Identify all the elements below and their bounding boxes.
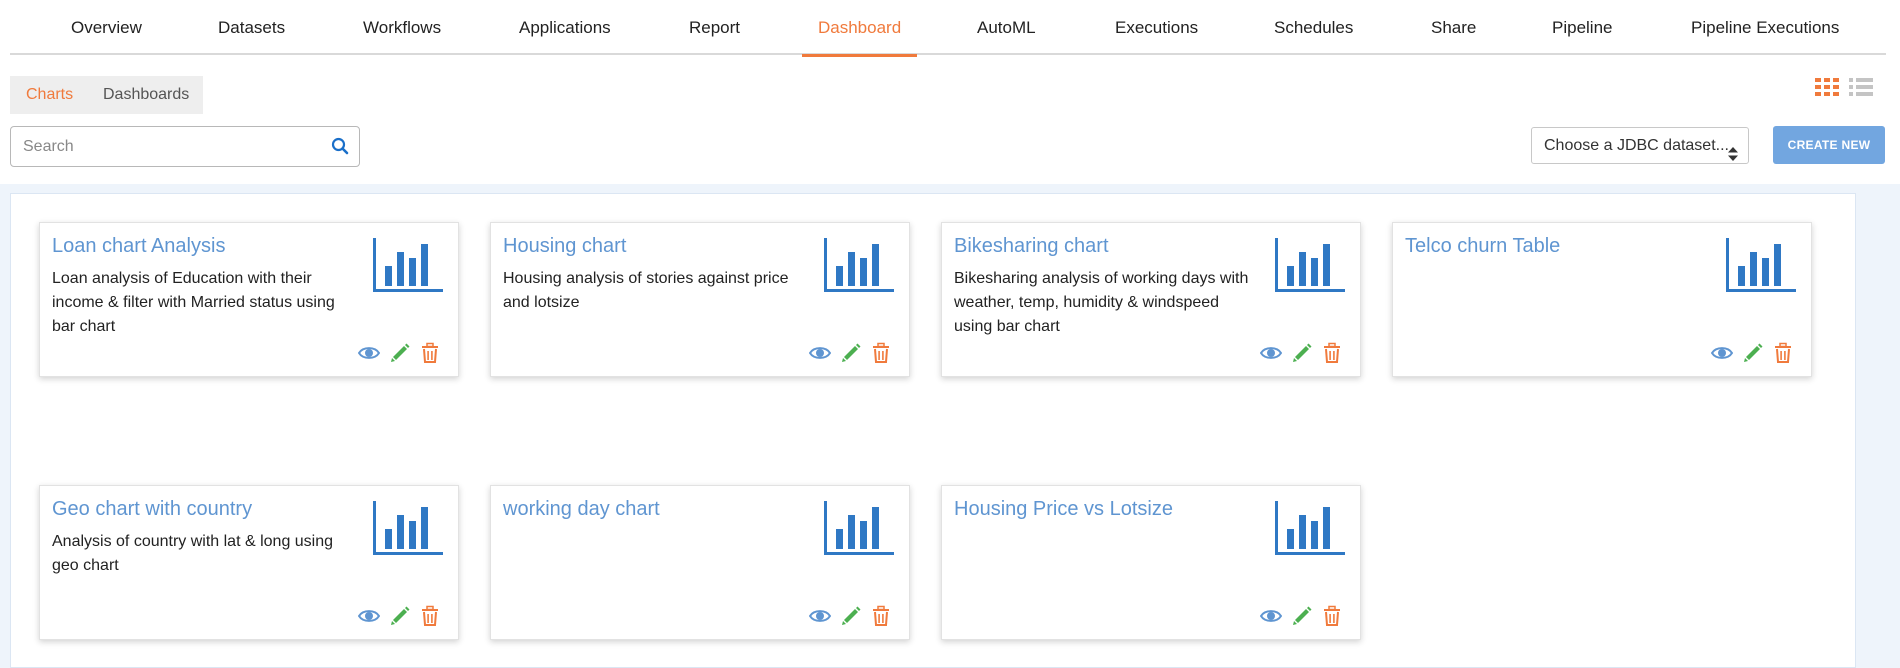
eye-icon[interactable] [357, 342, 381, 364]
chart-card-housing-chart[interactable]: Housing chart Housing analysis of stories… [490, 222, 910, 377]
card-title[interactable]: working day chart [503, 498, 803, 521]
nav-pipeline[interactable]: Pipeline [1552, 0, 1613, 55]
eye-icon[interactable] [357, 605, 381, 627]
tab-charts[interactable]: Charts [26, 76, 73, 114]
eye-icon[interactable] [1259, 342, 1283, 364]
subtabs: Charts Dashboards [10, 76, 203, 114]
card-description: Loan analysis of Education with their in… [52, 270, 335, 335]
nav-pipeline-executions[interactable]: Pipeline Executions [1691, 0, 1839, 55]
sort-caret-icon [1728, 139, 1738, 161]
dataset-select[interactable]: Choose a JDBC dataset... [1531, 127, 1749, 164]
bar-chart-icon [1726, 238, 1796, 292]
nav-report[interactable]: Report [689, 0, 740, 55]
search-box [10, 126, 360, 167]
trash-icon[interactable] [1321, 605, 1343, 627]
eye-icon[interactable] [808, 605, 832, 627]
card-actions [357, 605, 448, 627]
search-input[interactable] [23, 127, 323, 166]
tab-dashboards[interactable]: Dashboards [103, 76, 189, 114]
chart-card-loan-chart-analysis[interactable]: Loan chart Analysis Loan analysis of Educ… [39, 222, 459, 377]
card-actions [357, 342, 448, 364]
bar-chart-icon [824, 238, 894, 292]
chart-card-geo-chart-with-country[interactable]: Geo chart with country Analysis of countr… [39, 485, 459, 640]
card-description: Housing analysis of stories against pric… [503, 270, 789, 311]
card-title[interactable]: Telco churn Table [1405, 235, 1705, 258]
nav-dashboard[interactable]: Dashboard [801, 0, 918, 57]
nav-schedules[interactable]: Schedules [1274, 0, 1353, 55]
trash-icon[interactable] [1772, 342, 1794, 364]
card-actions [1259, 342, 1350, 364]
pencil-icon[interactable] [840, 342, 862, 364]
bar-chart-icon [1275, 238, 1345, 292]
pencil-icon[interactable] [1742, 342, 1764, 364]
list-view-icon[interactable] [1849, 77, 1873, 97]
bar-chart-icon [824, 501, 894, 555]
card-title[interactable]: Housing Price vs Lotsize [954, 498, 1254, 521]
bar-chart-icon [373, 501, 443, 555]
card-title[interactable]: Bikesharing chart [954, 235, 1254, 258]
card-actions [1259, 605, 1350, 627]
nav-executions[interactable]: Executions [1115, 0, 1198, 55]
eye-icon[interactable] [1710, 342, 1734, 364]
card-actions [1710, 342, 1801, 364]
dataset-select-value: Choose a JDBC dataset... [1544, 137, 1729, 154]
nav-workflows[interactable]: Workflows [363, 0, 441, 55]
card-title[interactable]: Loan chart Analysis [52, 235, 352, 258]
card-description: Bikesharing analysis of working days wit… [954, 270, 1249, 335]
pencil-icon[interactable] [840, 605, 862, 627]
trash-icon[interactable] [419, 605, 441, 627]
top-nav: Overview Datasets Workflows Applications… [10, 0, 1886, 57]
pencil-icon[interactable] [1291, 605, 1313, 627]
card-description: Analysis of country with lat & long usin… [52, 533, 334, 574]
card-title[interactable]: Geo chart with country [52, 498, 352, 521]
trash-icon[interactable] [870, 342, 892, 364]
nav-automl[interactable]: AutoML [977, 0, 1036, 55]
nav-overview[interactable]: Overview [71, 0, 142, 55]
card-actions [808, 342, 899, 364]
trash-icon[interactable] [870, 605, 892, 627]
grid-view-icon[interactable] [1815, 77, 1839, 97]
nav-datasets[interactable]: Datasets [218, 0, 285, 55]
card-title[interactable]: Housing chart [503, 235, 803, 258]
chart-card-housing-price-vs-lotsize[interactable]: Housing Price vs Lotsize [941, 485, 1361, 640]
trash-icon[interactable] [1321, 342, 1343, 364]
chart-card-telco-churn-table[interactable]: Telco churn Table [1392, 222, 1812, 377]
charts-grid: Loan chart Analysis Loan analysis of Educ… [10, 193, 1856, 668]
pencil-icon[interactable] [389, 342, 411, 364]
nav-applications[interactable]: Applications [519, 0, 611, 55]
search-icon[interactable] [331, 137, 349, 155]
trash-icon[interactable] [419, 342, 441, 364]
eye-icon[interactable] [808, 342, 832, 364]
bar-chart-icon [373, 238, 443, 292]
pencil-icon[interactable] [389, 605, 411, 627]
card-actions [808, 605, 899, 627]
chart-card-working-day-chart[interactable]: working day chart [490, 485, 910, 640]
pencil-icon[interactable] [1291, 342, 1313, 364]
eye-icon[interactable] [1259, 605, 1283, 627]
bar-chart-icon [1275, 501, 1345, 555]
create-new-button[interactable]: CREATE NEW [1773, 126, 1885, 164]
chart-card-bikesharing-chart[interactable]: Bikesharing chart Bikesharing analysis of… [941, 222, 1361, 377]
nav-share[interactable]: Share [1431, 0, 1476, 55]
